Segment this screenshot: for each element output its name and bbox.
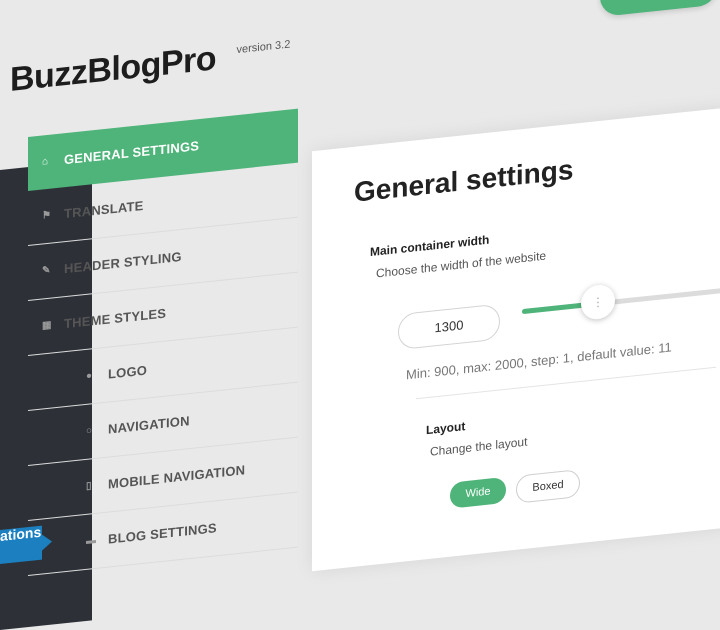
- header: BuzzBlogPro version 3.2: [10, 31, 290, 99]
- settings-nav: ⌂ General Settings ⚑ Translate ✎ Header …: [28, 108, 298, 577]
- settings-page: ations BuzzBlogPro version 3.2 Save Chan…: [0, 0, 720, 630]
- settings-panel: General settings Main container width Ch…: [312, 107, 720, 572]
- layout-option-boxed[interactable]: Boxed: [516, 469, 580, 504]
- flag-icon: ⚑: [42, 209, 52, 222]
- save-changes-button[interactable]: Save Changes: [600, 0, 718, 17]
- nav-item-label: Mobile Navigation: [108, 462, 246, 492]
- slider-handle[interactable]: ⋮: [581, 283, 615, 321]
- container-width-title: Main container width: [370, 232, 490, 260]
- grip-icon: ⋮: [592, 294, 604, 310]
- brand-title: BuzzBlogPro: [10, 39, 217, 99]
- nav-item-label: Blog Settings: [108, 520, 217, 547]
- container-width-slider[interactable]: ⋮: [522, 283, 720, 321]
- pencil-icon: ✎: [42, 264, 51, 277]
- nav-item-label: Translate: [64, 197, 144, 222]
- tag-icon: ●: [86, 370, 93, 382]
- nav-item-label: Logo: [108, 362, 148, 382]
- layout-description: Change the layout: [430, 434, 528, 459]
- container-width-input[interactable]: 1300: [398, 303, 500, 351]
- mobile-icon: ▯: [86, 480, 92, 492]
- nav-item-label: Theme Styles: [64, 305, 167, 332]
- layout-option-wide[interactable]: Wide: [450, 476, 506, 509]
- grid-icon: ▦: [42, 319, 52, 332]
- layout-title: Layout: [426, 419, 466, 438]
- version-label: version 3.2: [236, 38, 291, 57]
- panel-title: General settings: [354, 153, 574, 208]
- blog-icon: ▬: [86, 534, 97, 547]
- nav-item-label: Navigation: [108, 413, 190, 437]
- link-icon: ○: [86, 425, 93, 437]
- home-icon: ⌂: [42, 155, 49, 168]
- nav-item-label: Header Styling: [64, 248, 182, 277]
- nav-item-label: General Settings: [64, 138, 200, 168]
